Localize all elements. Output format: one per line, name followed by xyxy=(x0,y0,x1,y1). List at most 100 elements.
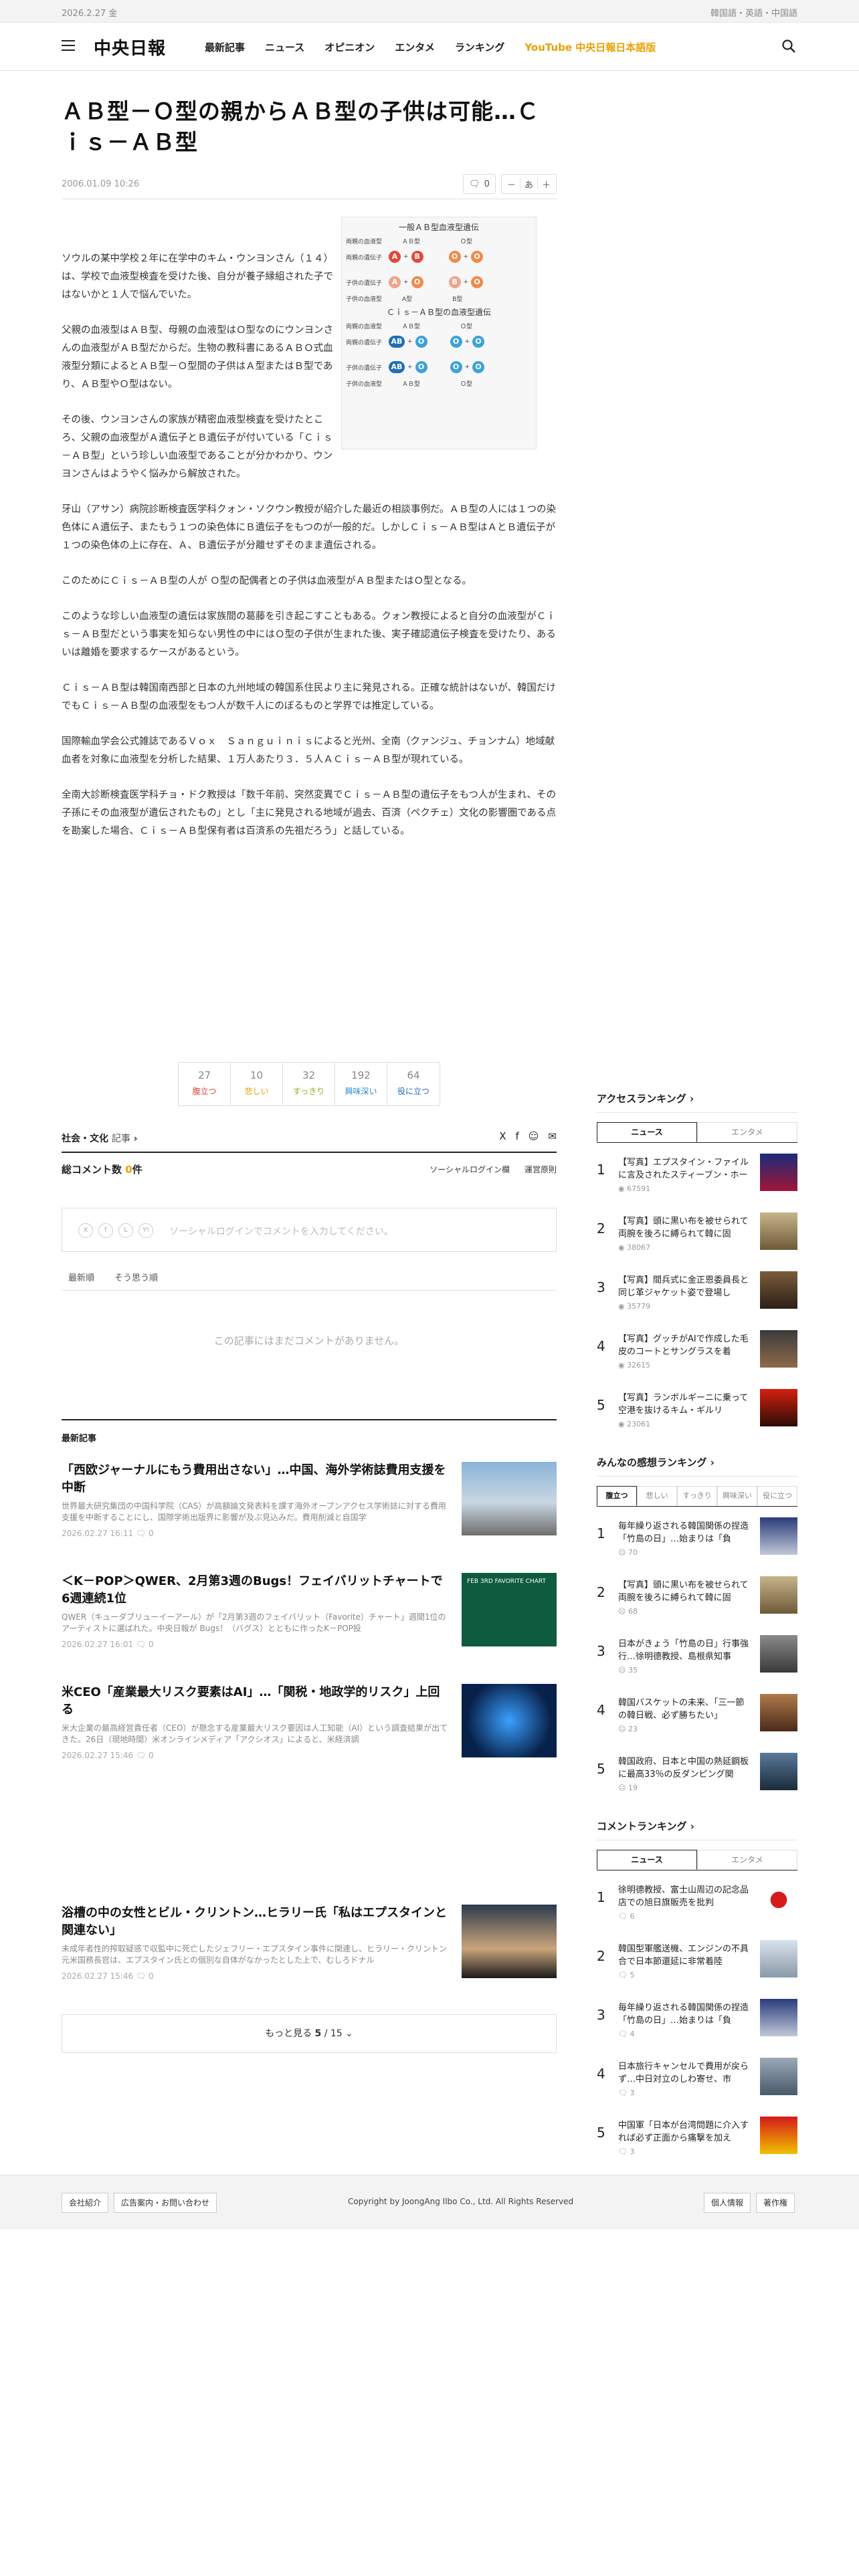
ranking-item[interactable]: 3 日本がきょう「竹島の日」行事強行…徐明德教授、島根県知事 ☹ 35 xyxy=(597,1635,797,1683)
company-info-link[interactable]: 会社紹介 xyxy=(62,2193,109,2213)
news-thumbnail[interactable] xyxy=(462,1905,557,1978)
privacy-link[interactable]: 個人情報 xyxy=(704,2193,751,2213)
mail-share-icon[interactable]: ✉ xyxy=(548,1130,557,1142)
category-link[interactable]: 社会・文化 記事 › xyxy=(62,1132,138,1145)
news-item[interactable]: ＜K－POP＞QWER、2月第3週のBugs！フェイバリットチャートで6週連続1… xyxy=(62,1573,557,1649)
line-login-icon[interactable]: L xyxy=(118,1223,133,1238)
ranking-item[interactable]: 2 韓国型軍艦送機、エンジンの不具合で日本節還延に非常着陸 🗨 5 xyxy=(597,1940,797,1988)
tab-entertainment[interactable]: エンタメ xyxy=(697,1850,797,1870)
comment-ranking-tabs: ニュース エンタメ xyxy=(597,1850,797,1870)
ranking-item[interactable]: 3 【写真】間兵式に金正恩委員長と同じ革ジャケット姿で登場し ◉ 35779 xyxy=(597,1271,797,1319)
font-size-control: － あ ＋ xyxy=(500,174,557,194)
no-comment-message: この記事にはまだコメントがありません。 xyxy=(213,1335,405,1347)
ranking-item[interactable]: 2 【写真】頭に黒い布を被せられて両腕を後ろに縛られて韓に固 ☹ 68 xyxy=(597,1576,797,1624)
ranking-item[interactable]: 2 【写真】頭に黒い布を被せられて両腕を後ろに縛られて韓に固 ◉ 38067 xyxy=(597,1212,797,1261)
current-date: 2026.2.27 金 xyxy=(62,9,118,19)
article-body: ソウルの某中学校２年に在学中のキム・ウンヨンさん（１４）は、学校で血液型検査を受… xyxy=(62,250,557,858)
news-thumbnail[interactable]: FEB 3RD FAVORITE CHART xyxy=(462,1573,557,1646)
site-footer: 会社紹介 広告案内・お問い合わせ Copyright by JoongAng I… xyxy=(0,2175,859,2230)
comment-header: 総コメント数 0件 ソーシャルログイン欄 運営原則 xyxy=(62,1162,557,1182)
reaction-interesting[interactable]: 192 興味深い xyxy=(335,1063,387,1105)
article-paragraph: ソウルの某中学校２年に在学中のキム・ウンヨンさん（１４）は、学校で血液型検査を受… xyxy=(62,253,333,300)
more-news-button[interactable]: もっと見る 5 / 15 ⌄ xyxy=(62,2014,557,2053)
category-row: 社会・文化 記事 › X f ☺ ✉ xyxy=(62,1129,557,1153)
sort-latest-tab[interactable]: 最新順 xyxy=(68,1271,94,1290)
article-paragraph: このためにＣｉｓ－ＡＢ型の人が Ｏ型の配偶者との子供は血液型がＡＢ型またはＯ型と… xyxy=(62,576,472,586)
nav-youtube[interactable]: YouTube 中央日報日本語版 xyxy=(524,40,656,54)
social-login-link[interactable]: ソーシャルログイン欄 xyxy=(430,1164,510,1175)
ranking-item[interactable]: 1 毎年繰り返される韓国関係の捏造「竹島の日」…始まりは「負 ☹ 70 xyxy=(597,1517,797,1566)
article-time: 2006.01.09 10:26 xyxy=(62,179,140,189)
tab-entertainment[interactable]: エンタメ xyxy=(697,1122,797,1142)
access-ranking-tabs: ニュース エンタメ xyxy=(597,1122,797,1143)
comment-sort-tabs: 最新順 そう思う順 xyxy=(62,1268,557,1291)
yahoo-login-icon[interactable]: Y! xyxy=(138,1223,153,1238)
tab-useful[interactable]: 役に立つ xyxy=(757,1486,797,1506)
news-thumbnail[interactable] xyxy=(462,1684,557,1757)
reaction-sad[interactable]: 10 悲しい xyxy=(231,1063,283,1105)
ranking-item[interactable]: 1 【写真】エプスタイン・ファイルに言及されたスティーブン・ホー ◉ 67591 xyxy=(597,1154,797,1202)
x-login-icon[interactable]: X xyxy=(78,1223,93,1238)
site-header: 中央日報 最新記事 ニュース オピニオン エンタメ ランキング YouTube … xyxy=(0,23,859,71)
reaction-angry[interactable]: 27 腹立つ xyxy=(179,1063,231,1105)
article-paragraph: このような珍しい血液型の遺伝は家族間の葛藤を引き起こすこともある。クォン教授によ… xyxy=(62,611,556,658)
article-tools: 🗨 0 － あ ＋ xyxy=(463,174,557,194)
news-thumbnail[interactable] xyxy=(462,1462,557,1535)
nav-opinion[interactable]: オピニオン xyxy=(324,40,375,54)
access-ranking-title[interactable]: アクセスランキング › xyxy=(597,1091,797,1113)
ranking-item[interactable]: 5 韓国政府、日本と中国の熱延鋼板に最高33％の反ダンピング関 ☹ 19 xyxy=(597,1753,797,1801)
article: ＡＢ型－Ｏ型の親からＡＢ型の子供は可能…Ｃｉｓ－ＡＢ型 2006.01.09 1… xyxy=(62,71,557,2053)
reaction-ranking-title[interactable]: みんなの感想ランキング › xyxy=(597,1455,797,1477)
nav-entertainment[interactable]: エンタメ xyxy=(395,40,435,54)
facebook-login-icon[interactable]: f xyxy=(98,1223,113,1238)
article-paragraph: その後、ウンヨンさんの家族が精密血液型検査を受けたところ、父親の血液型がＡ遺伝子… xyxy=(62,415,333,479)
news-item[interactable]: 米CEO「産業最大リスク要素はAI」…「関税・地政学的リスク」上回る 米大企業の… xyxy=(62,1684,557,1760)
ranking-item[interactable]: 4 【写真】グッチがAIで作成した毛皮のコートとサングラスを着 ◉ 32615 xyxy=(597,1330,797,1378)
search-icon[interactable] xyxy=(781,39,796,53)
comment-count-button[interactable]: 🗨 0 xyxy=(463,174,496,194)
font-decrease-button[interactable]: － xyxy=(507,178,516,191)
comment-placeholder: ソーシャルログインでコメントを入力してください。 xyxy=(169,1226,393,1237)
font-label: あ xyxy=(524,180,533,191)
ranking-item[interactable]: 4 韓国バスケットの未来、「三一節の韓日戦、必ず勝ちたい」 ☹ 23 xyxy=(597,1694,797,1742)
ranking-item[interactable]: 5 【写真】ランボルギーニに乗って空港を抜けるキム・ギルリ ◉ 23061 xyxy=(597,1389,797,1437)
nav-latest[interactable]: 最新記事 xyxy=(205,40,245,54)
comment-ranking-title[interactable]: コメントランキング › xyxy=(597,1819,797,1840)
ranking-item[interactable]: 5 中国軍「日本が台湾問題に介入すれば必ず正面から痛撃を加え 🗨 3 xyxy=(597,2117,797,2165)
ranking-item[interactable]: 4 日本旅行キャンセルで費用が戻らず…中日対立のしわ寄せ、市 🗨 3 xyxy=(597,2058,797,2106)
comment-input-box[interactable]: X f L Y! ソーシャルログインでコメントを入力してください。 xyxy=(62,1208,557,1252)
reaction-refreshed[interactable]: 32 すっきり xyxy=(283,1063,335,1105)
ranking-item[interactable]: 3 毎年繰り返される韓国関係の捏造「竹島の日」…始まりは「負 🗨 4 xyxy=(597,1999,797,2047)
tab-news[interactable]: ニュース xyxy=(597,1122,697,1142)
ranking-item[interactable]: 1 徐明德教授、富士山周辺の記念品店での旭日旗販売を批判 🗨 6 xyxy=(597,1881,797,1929)
comment-icon: 🗨 xyxy=(469,179,480,189)
site-logo[interactable]: 中央日報 xyxy=(94,35,166,60)
main-nav: 最新記事 ニュース オピニオン エンタメ ランキング YouTube 中央日報日… xyxy=(205,40,656,54)
nav-ranking[interactable]: ランキング xyxy=(455,40,505,54)
reaction-useful[interactable]: 64 役に立つ xyxy=(387,1063,440,1105)
nav-news[interactable]: ニュース xyxy=(265,40,304,54)
font-increase-button[interactable]: ＋ xyxy=(542,178,551,191)
tab-news[interactable]: ニュース xyxy=(597,1850,697,1870)
diagram-title-general: 一般ＡＢ型血液型遺伝 xyxy=(398,223,479,232)
news-item[interactable]: 「西欧ジャーナルにもう費用出さない」…中国、海外学術誌費用支援を中断 世界最大研… xyxy=(62,1462,557,1538)
comment-rules-link[interactable]: 運営原則 xyxy=(524,1164,557,1175)
facebook-share-icon[interactable]: f xyxy=(516,1130,519,1142)
line-share-icon[interactable]: ☺ xyxy=(529,1130,539,1142)
comment-ranking: コメントランキング › ニュース エンタメ 1 徐明德教授、富士山周辺の記念品店で… xyxy=(597,1819,797,2165)
menu-icon[interactable] xyxy=(62,40,75,51)
x-share-icon[interactable]: X xyxy=(499,1130,506,1142)
tab-refreshed[interactable]: すっきり xyxy=(677,1486,717,1506)
copyright: Copyright by JoongAng Ilbo Co., Ltd. All… xyxy=(348,2197,574,2206)
tab-sad[interactable]: 悲しい xyxy=(637,1486,677,1506)
language-links[interactable]: 韓国語・英語・中国語 xyxy=(710,6,797,19)
copyright-link[interactable]: 著作権 xyxy=(756,2193,795,2213)
sort-agree-tab[interactable]: そう思う順 xyxy=(114,1271,158,1290)
reaction-ranking-tabs: 腹立つ 悲しい すっきり 興味深い 役に立つ xyxy=(597,1486,797,1507)
comment-count: 0 xyxy=(484,179,490,189)
news-item[interactable]: 浴槽の中の女性とビル・クリントン…ヒラリー氏「私はエプスタインと関連ない」 未成… xyxy=(62,1905,557,1981)
diagram-row: 両親の血液型 ＡＢ型 Ｏ型 xyxy=(346,238,473,245)
tab-interesting[interactable]: 興味深い xyxy=(717,1486,757,1506)
tab-angry[interactable]: 腹立つ xyxy=(597,1486,637,1506)
ad-contact-link[interactable]: 広告案内・お問い合わせ xyxy=(114,2193,217,2213)
